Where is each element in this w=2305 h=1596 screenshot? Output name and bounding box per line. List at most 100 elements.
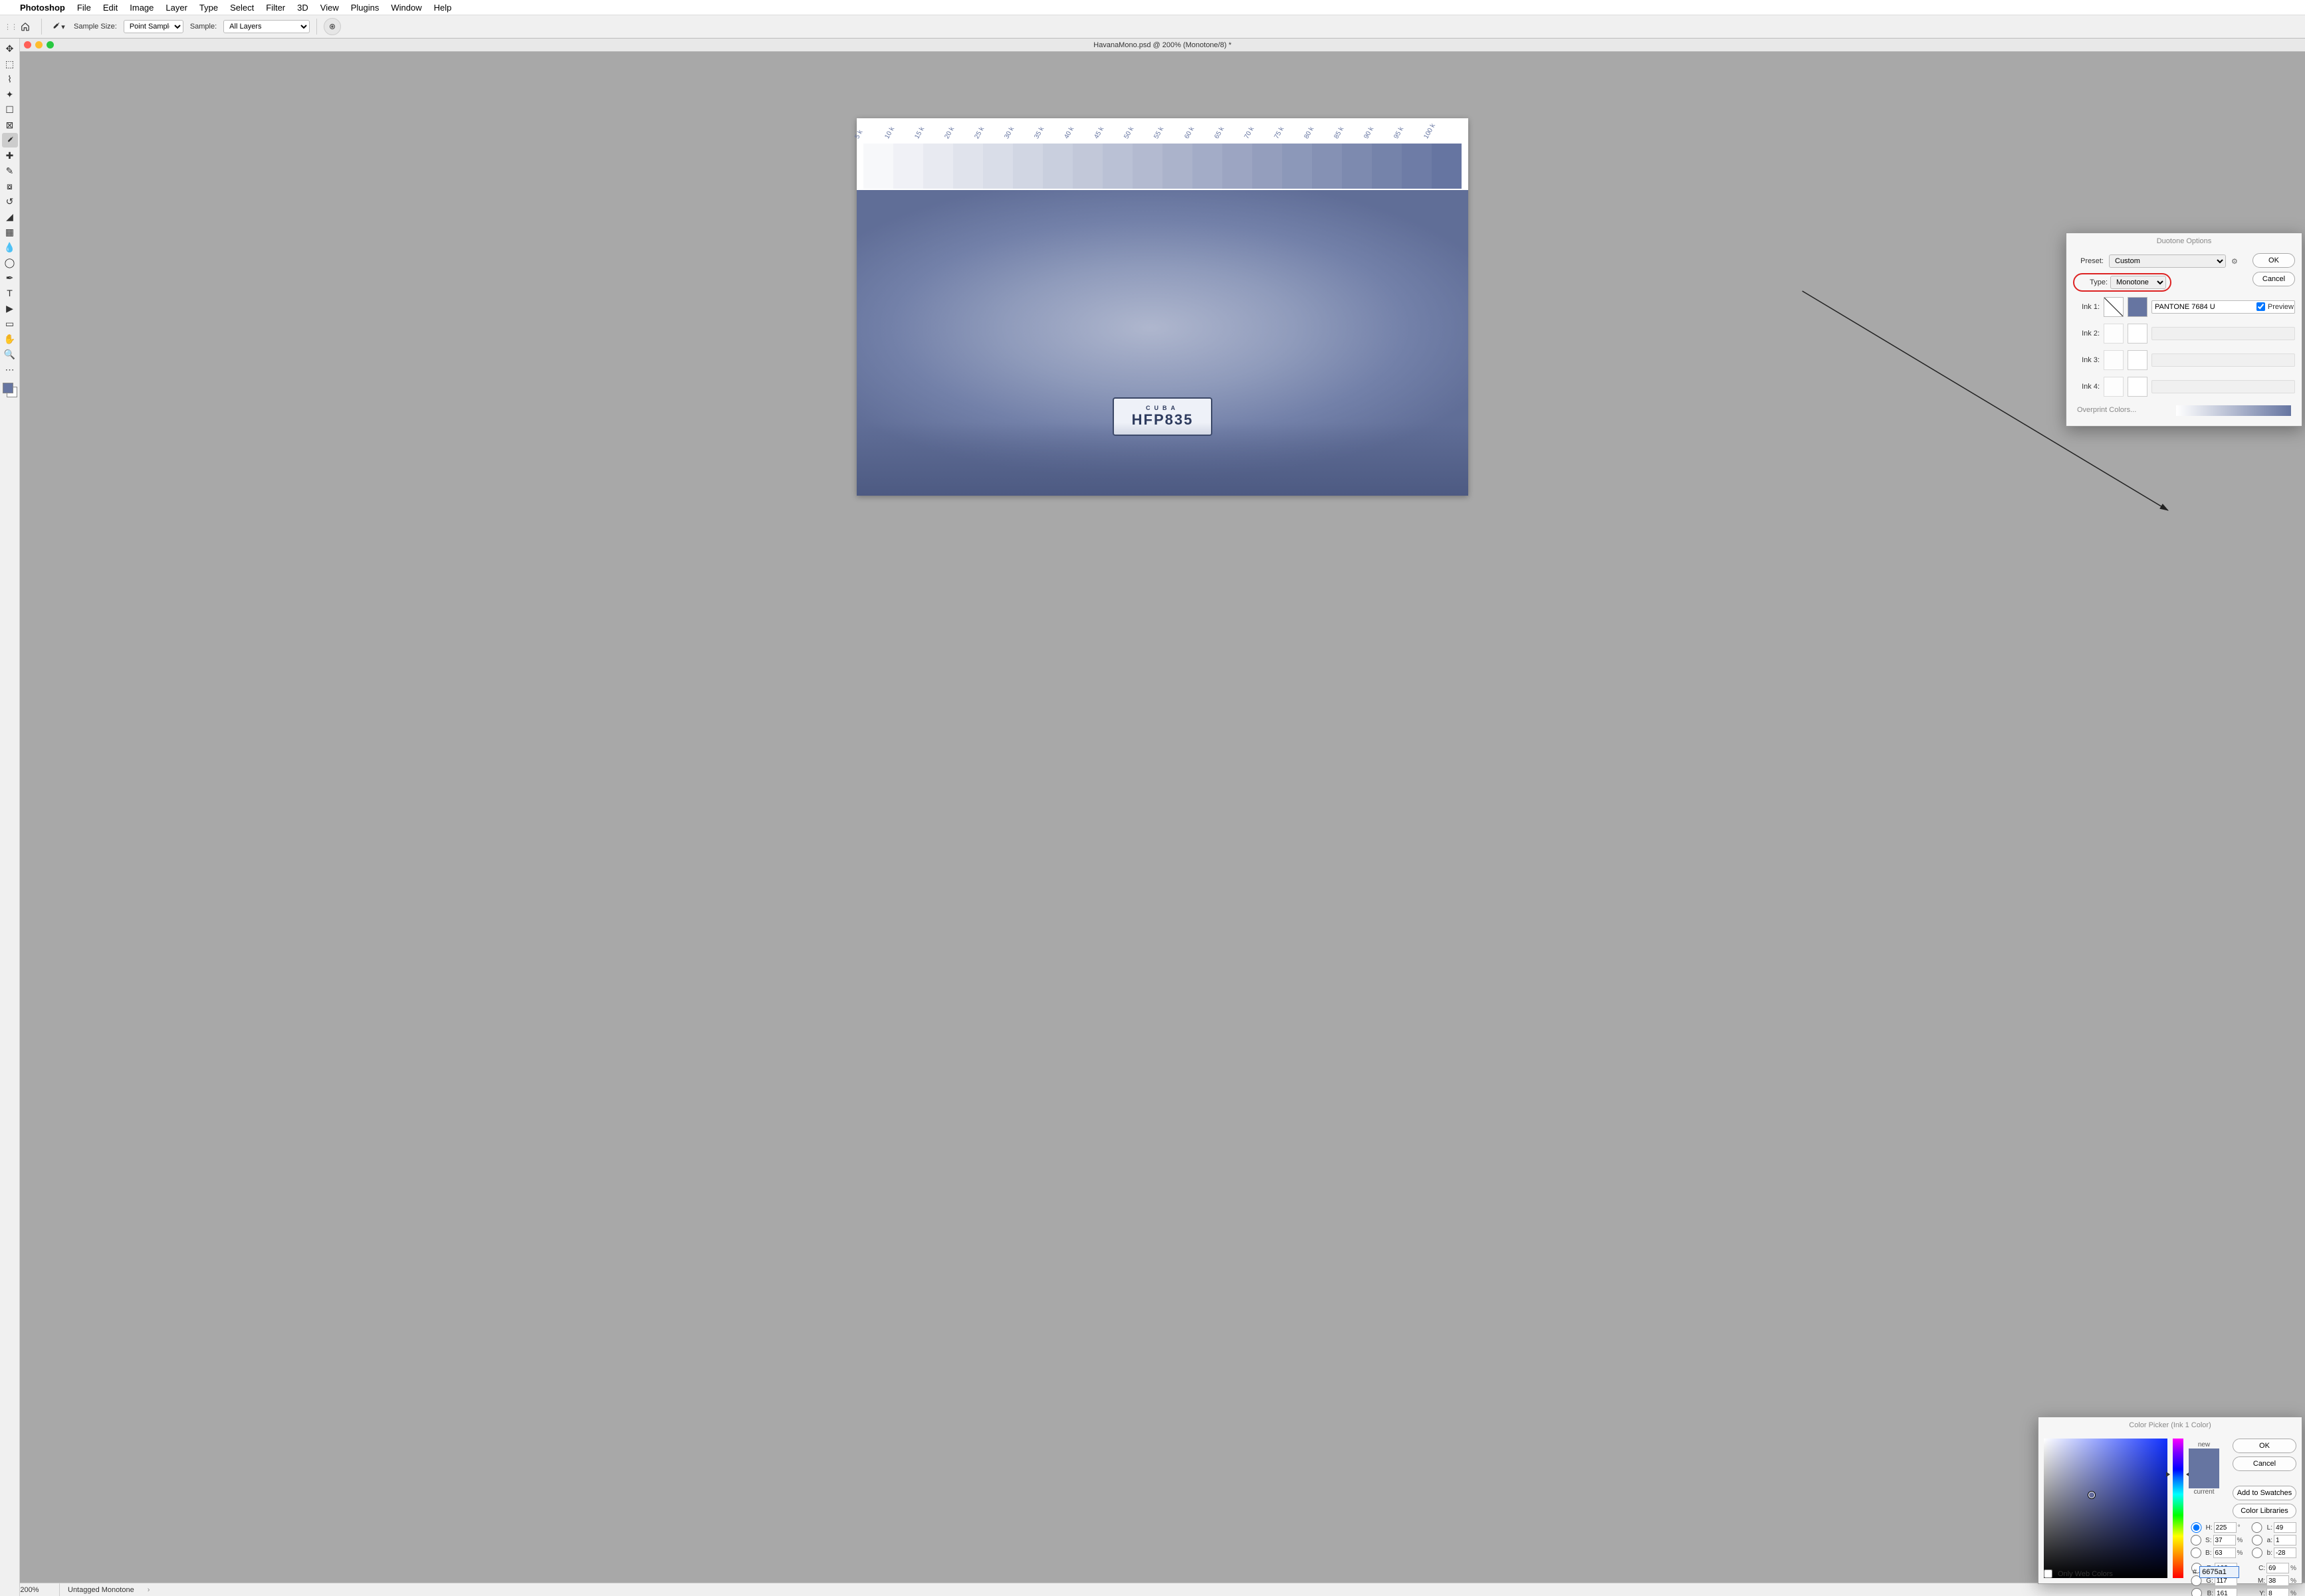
menu-image[interactable]: Image <box>130 3 154 13</box>
shape-tool[interactable]: ▭ <box>2 316 18 331</box>
a-label: a: <box>2266 1537 2272 1544</box>
colorpicker-ok-button[interactable]: OK <box>2233 1439 2296 1453</box>
menu-window[interactable]: Window <box>391 3 421 13</box>
menu-filter[interactable]: Filter <box>266 3 285 13</box>
color-picker-title: Color Picker (Ink 1 Color) <box>2038 1417 2302 1433</box>
current-color-swatch[interactable] <box>2189 1468 2219 1488</box>
edit-toolbar[interactable]: ⋯ <box>2 362 18 377</box>
marquee-tool[interactable]: ⬚ <box>2 56 18 71</box>
hue-slider-thumb[interactable] <box>2170 1472 2186 1477</box>
a-radio[interactable] <box>2250 1535 2264 1546</box>
bv-label: B: <box>2205 1549 2211 1557</box>
color-profile-status[interactable]: Untagged Monotone <box>60 1586 142 1594</box>
menu-help[interactable]: Help <box>434 3 452 13</box>
zoom-tool[interactable]: 🔍 <box>2 347 18 361</box>
b-field[interactable] <box>2274 1547 2296 1558</box>
blur-tool[interactable]: 💧 <box>2 240 18 254</box>
bv-radio[interactable] <box>2189 1547 2203 1558</box>
menu-type[interactable]: Type <box>199 3 218 13</box>
history-brush-tool[interactable]: ↺ <box>2 194 18 209</box>
gradient-step-swatch <box>1222 144 1252 189</box>
foreground-color-swatch[interactable] <box>3 383 13 393</box>
options-bar: ⋮⋮ ▾ Sample Size: Point Sample Sample: A… <box>0 15 2305 39</box>
ink1-color-swatch[interactable] <box>2128 297 2147 317</box>
gradient-labels: 5 k10 k15 k20 k25 k30 k35 k40 k45 k50 k5… <box>863 124 1462 142</box>
preset-select[interactable]: Custom <box>2109 254 2226 268</box>
frame-tool[interactable]: ⊠ <box>2 118 18 132</box>
ink1-curve-button[interactable] <box>2104 297 2124 317</box>
healing-tool[interactable]: ✚ <box>2 148 18 163</box>
sample-select[interactable]: All Layers <box>223 20 310 33</box>
color-picker-dialog: Color Picker (Ink 1 Color) new current <box>2038 1417 2302 1584</box>
window-controls <box>24 41 54 49</box>
duotone-cancel-button[interactable]: Cancel <box>2252 272 2295 286</box>
preset-gear-icon[interactable]: ⚙ <box>2231 257 2242 266</box>
s-radio[interactable] <box>2189 1535 2203 1546</box>
close-window-button[interactable] <box>24 41 31 49</box>
b-radio[interactable] <box>2250 1547 2264 1558</box>
eraser-tool[interactable]: ◢ <box>2 209 18 224</box>
bblue-field[interactable] <box>2215 1588 2237 1596</box>
clone-tool[interactable]: ⧇ <box>2 179 18 193</box>
menu-edit[interactable]: Edit <box>103 3 118 13</box>
status-chevron-icon[interactable]: › <box>148 1586 150 1594</box>
eyedropper-current-tool-icon[interactable]: ▾ <box>49 19 67 35</box>
dodge-tool[interactable]: ◯ <box>2 255 18 270</box>
menu-plugins[interactable]: Plugins <box>351 3 380 13</box>
eyedropper-tool[interactable] <box>2 133 18 148</box>
colorpicker-cancel-button[interactable]: Cancel <box>2233 1456 2296 1471</box>
bv-field[interactable] <box>2213 1547 2236 1558</box>
duotone-ok-button[interactable]: OK <box>2252 253 2295 268</box>
quick-select-tool[interactable]: ✦ <box>2 87 18 102</box>
menu-view[interactable]: View <box>320 3 339 13</box>
maximize-window-button[interactable] <box>47 41 54 49</box>
lasso-tool[interactable]: ⌇ <box>2 72 18 86</box>
color-libraries-button[interactable]: Color Libraries <box>2233 1504 2296 1518</box>
home-button[interactable] <box>16 19 35 35</box>
brush-tool[interactable]: ✎ <box>2 163 18 178</box>
crop-tool[interactable]: ☐ <box>2 102 18 117</box>
a-field[interactable] <box>2274 1535 2296 1546</box>
m-field[interactable] <box>2266 1575 2289 1586</box>
bblue-radio[interactable] <box>2189 1588 2205 1596</box>
color-swatches[interactable] <box>3 383 17 397</box>
g-label: G: <box>2206 1577 2213 1585</box>
sample-size-select[interactable]: Point Sample <box>124 20 183 33</box>
grab-handle-icon: ⋮⋮ <box>4 23 9 31</box>
h-radio[interactable] <box>2189 1522 2204 1533</box>
only-web-colors-checkbox[interactable] <box>2044 1569 2052 1578</box>
menu-select[interactable]: Select <box>230 3 254 13</box>
h-field[interactable] <box>2214 1522 2237 1533</box>
type-tool[interactable]: T <box>2 286 18 300</box>
gradient-step-swatch <box>1312 144 1342 189</box>
type-select[interactable]: Monotone <box>2110 276 2166 289</box>
c-field[interactable] <box>2266 1563 2289 1573</box>
pen-tool[interactable]: ✒ <box>2 270 18 285</box>
canvas[interactable]: 5 k10 k15 k20 k25 k30 k35 k40 k45 k50 k5… <box>20 52 2305 1583</box>
app-name[interactable]: Photoshop <box>20 3 65 13</box>
l-field[interactable] <box>2274 1522 2296 1533</box>
minimize-window-button[interactable] <box>35 41 43 49</box>
hand-tool[interactable]: ✋ <box>2 332 18 346</box>
duotone-dialog-title: Duotone Options <box>2066 233 2302 249</box>
hex-field[interactable] <box>2199 1566 2239 1578</box>
menu-file[interactable]: File <box>77 3 91 13</box>
l-radio[interactable] <box>2249 1522 2264 1533</box>
path-select-tool[interactable]: ▶ <box>2 301 18 316</box>
overprint-colors-button[interactable]: Overprint Colors... <box>2073 403 2136 419</box>
menu-layer[interactable]: Layer <box>165 3 187 13</box>
hue-slider[interactable] <box>2173 1439 2183 1578</box>
gradient-step-label: 35 k <box>1034 111 1055 140</box>
color-field[interactable] <box>2044 1439 2167 1578</box>
sampling-ring-button[interactable] <box>324 18 341 35</box>
menu-3d[interactable]: 3D <box>297 3 308 13</box>
s-field[interactable] <box>2213 1535 2236 1546</box>
add-to-swatches-button[interactable]: Add to Swatches <box>2233 1486 2296 1500</box>
preview-checkbox[interactable] <box>2256 302 2265 311</box>
move-tool[interactable]: ✥ <box>2 41 18 56</box>
y-field[interactable] <box>2266 1588 2289 1596</box>
gradient-tool[interactable]: ▦ <box>2 225 18 239</box>
plate-country: CUBA <box>1146 405 1179 411</box>
gradient-step-label: 45 k <box>1093 111 1115 140</box>
zoom-level[interactable]: 200% <box>20 1583 60 1596</box>
